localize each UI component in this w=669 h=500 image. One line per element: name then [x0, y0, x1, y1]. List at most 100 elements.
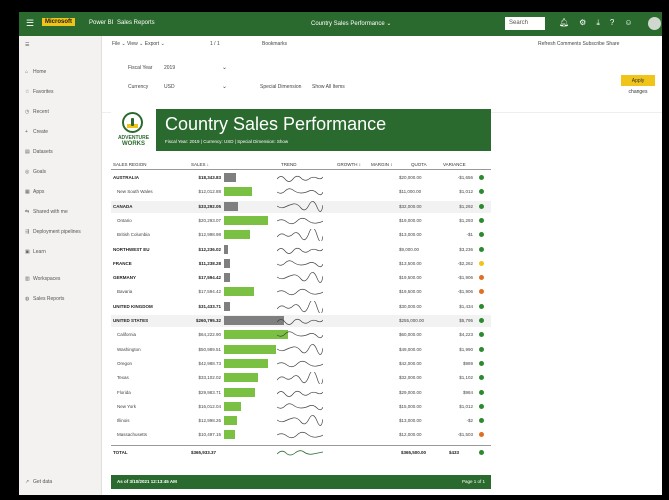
total-variance: $433: [449, 450, 460, 455]
sidebar-item-workspaces[interactable]: ▥ Workspaces: [25, 276, 60, 282]
app-launcher-icon[interactable]: ☰: [26, 19, 35, 28]
table-row[interactable]: Florida $29,983.71 $29,000.00 $984: [111, 387, 491, 399]
status-dot-icon: [479, 246, 484, 252]
row-region: NORTHWEST EU: [113, 246, 150, 252]
row-region: British Columbia: [117, 232, 150, 238]
row-sales: $10,497.15: [198, 432, 221, 438]
table-row[interactable]: CANADA $33,292.05 $32,000.00 $1,292: [111, 200, 491, 213]
file-menu[interactable]: File ⌄ View ⌄ Export ⌄: [112, 41, 165, 47]
chevron-down-icon[interactable]: ⌄: [222, 64, 227, 71]
report-title-dropdown[interactable]: Country Sales Performance ⌄: [311, 20, 391, 27]
row-sales: $12,236.02: [198, 246, 221, 252]
product-name[interactable]: Power BI: [89, 20, 113, 26]
table-row[interactable]: British Columbia $12,998.98 $13,000.00 -$1: [111, 229, 491, 242]
sidebar-item-sales-reports[interactable]: ◍ Sales Reports: [25, 296, 64, 302]
sidebar-item-create[interactable]: + Create: [25, 129, 48, 135]
sales-bar: [224, 215, 268, 225]
row-variance: -$2: [466, 418, 473, 424]
row-sales: $20,293.07: [198, 217, 221, 223]
table-row[interactable]: UNITED STATES $260,795.32 $255,000.00 $5,79…: [111, 315, 491, 327]
sidebar-item-shared[interactable]: ⇆ Shared with me: [25, 209, 68, 215]
gear-icon[interactable]: ⚙: [579, 18, 586, 30]
sidebar-item-favorites[interactable]: ☆ Favorites: [25, 89, 54, 95]
chevron-down-icon[interactable]: ⌄: [222, 83, 227, 90]
table-row[interactable]: Texas $33,102.02 $32,000.00 $1,102: [111, 372, 491, 385]
total-status-dot: [479, 450, 484, 455]
header-margin[interactable]: MARGIN ↕: [371, 162, 393, 167]
table-row[interactable]: Ontario $20,293.07 $19,000.00 $1,293: [111, 215, 491, 227]
row-variance: $1,434: [459, 303, 473, 309]
table-row[interactable]: UNITED KINGDOM $31,433.71 $30,000.00 $1,434: [111, 300, 491, 313]
row-sparkline: [277, 300, 323, 313]
status-dot-icon: [479, 346, 484, 352]
sales-bar: [224, 173, 236, 182]
sidebar-item-goals[interactable]: ◎ Goals: [25, 169, 46, 175]
row-variance: $984: [462, 389, 473, 395]
table-row[interactable]: New York $16,012.04 $15,000.00 $1,012: [111, 401, 491, 413]
plus-icon: +: [25, 129, 28, 135]
table-row[interactable]: NORTHWEST EU $12,236.02 $9,000.00 $3,236: [111, 244, 491, 256]
download-icon[interactable]: ⤓: [596, 18, 600, 30]
row-variance: $1,012: [459, 189, 473, 195]
bell-icon[interactable]: 🔔︎: [559, 18, 569, 30]
table-row[interactable]: Massachusetts $10,497.15 $12,000.00 -$1,503: [111, 429, 491, 441]
row-region: GERMANY: [113, 275, 137, 281]
sidebar-item-recent[interactable]: ◷ Recent: [25, 109, 49, 115]
sidebar-item-datasets[interactable]: ▤ Datasets: [25, 149, 53, 155]
row-variance: -$2,262: [457, 260, 473, 266]
search-input[interactable]: Search: [505, 17, 545, 30]
smile-icon[interactable]: ☺: [624, 18, 632, 30]
header-trend[interactable]: TREND: [281, 162, 297, 167]
header-growth[interactable]: GROWTH ↕: [337, 162, 361, 167]
special-dimension-label: Special Dimension: [260, 84, 302, 90]
total-sales: $365,933.37: [191, 450, 217, 455]
workspace-icon: ▥: [25, 276, 30, 282]
action-bar: File ⌄ View ⌄ Export ⌄ 1 / 1 Bookmarks R…: [102, 36, 662, 55]
company-logo: ADVENTURE WORKS: [111, 109, 156, 151]
row-variance: $3,236: [459, 246, 473, 252]
table-row[interactable]: Illinois $12,998.26 $13,000.00 -$2: [111, 415, 491, 427]
help-icon[interactable]: ?: [610, 18, 614, 30]
sidebar-item-learn[interactable]: ▣ Learn: [25, 249, 46, 255]
bookmarks-button[interactable]: Bookmarks: [262, 41, 287, 47]
table-row[interactable]: California $64,222.90 $60,000.00 $4,223: [111, 329, 491, 341]
total-sparkline: [277, 450, 323, 456]
nav-collapse-icon[interactable]: ☰: [25, 42, 29, 48]
sidebar-item-apps[interactable]: ▦ Apps: [25, 189, 44, 195]
header-quota[interactable]: QUOTA: [411, 162, 427, 167]
table-row[interactable]: AUSTRALIA $18,343.83 $20,000.00 -$1,656: [111, 172, 491, 184]
table-row[interactable]: Bavaria $17,594.42 $19,500.00 -$1,906: [111, 286, 491, 298]
fiscal-year-select[interactable]: 2019: [164, 65, 175, 71]
avatar[interactable]: [648, 17, 661, 30]
table-row[interactable]: Washington $50,989.51 $49,000.00 $1,990: [111, 343, 491, 356]
total-quota: $365,500.00: [401, 450, 427, 455]
special-dimension-select[interactable]: Show All Items: [312, 84, 345, 90]
header-variance[interactable]: VARIANCE: [443, 162, 466, 167]
row-region: Texas: [117, 375, 129, 381]
sidebar-item-home[interactable]: ⌂ Home: [25, 69, 46, 75]
table-row[interactable]: Oregon $42,988.73 $42,000.00 $989: [111, 358, 491, 370]
right-actions[interactable]: Refresh Comments Subscribe Share: [538, 41, 619, 47]
row-sales: $29,983.71: [198, 389, 221, 395]
sales-bar: [224, 430, 235, 440]
workspace-name[interactable]: Sales Reports: [117, 20, 155, 26]
table-row[interactable]: GERMANY $17,594.42 $19,500.00 -$1,906: [111, 272, 491, 284]
page-indicator[interactable]: 1 / 1: [210, 41, 220, 47]
logo-emblem-icon: [122, 112, 143, 133]
brand-logo[interactable]: Microsoft: [42, 18, 75, 26]
sidebar-item-pipelines[interactable]: ⇶ Deployment pipelines: [25, 229, 81, 235]
sales-bar: [224, 301, 230, 311]
row-variance: $1,292: [459, 203, 473, 209]
table-row[interactable]: FRANCE $11,238.28 $13,500.00 -$2,262: [111, 258, 491, 270]
currency-select[interactable]: USD: [164, 84, 175, 90]
row-region: Florida: [117, 389, 131, 395]
status-dot-icon: [479, 275, 484, 281]
header-sales[interactable]: SALES ↓: [191, 162, 209, 167]
sidebar-item-get-data[interactable]: ↗ Get data: [25, 479, 52, 485]
status-dot-icon: [479, 389, 484, 395]
clock-icon: ◷: [25, 109, 30, 115]
row-sales: $11,238.28: [198, 260, 221, 266]
apply-changes-button[interactable]: Apply changes: [621, 75, 655, 95]
table-row[interactable]: New South Wales $12,012.88 $11,000.00 $1,01…: [111, 186, 491, 198]
header-region[interactable]: SALES REGION: [113, 162, 147, 167]
